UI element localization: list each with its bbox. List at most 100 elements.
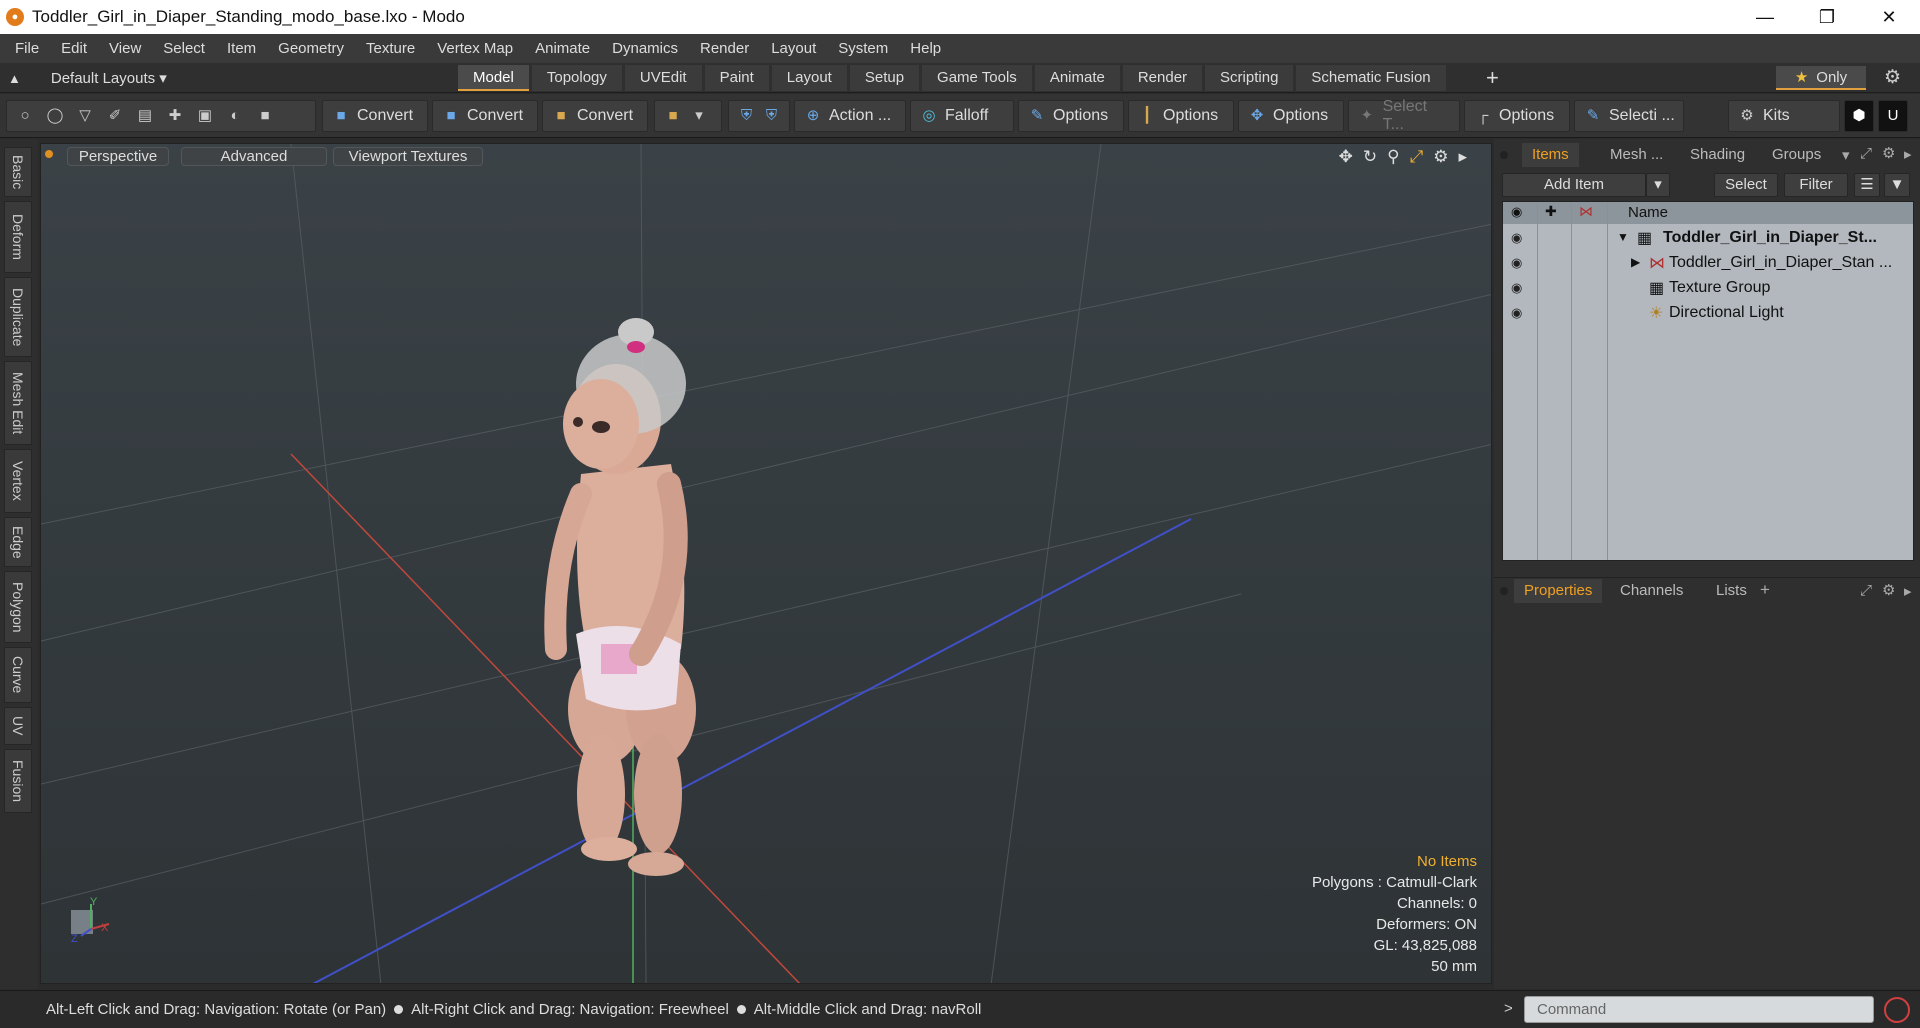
expand-arrow-icon[interactable]: ▼ (1617, 230, 1629, 244)
panel-arrow-icon[interactable]: ▸ (1904, 145, 1912, 163)
tab-groups[interactable]: Groups (1762, 143, 1831, 167)
tabs-dropdown-icon[interactable]: ▾ (1842, 146, 1850, 164)
shield-icon[interactable]: ⛨ (737, 106, 756, 126)
zoom-view-icon[interactable]: ⚲ (1387, 147, 1399, 167)
tab-scripting[interactable]: Scripting (1205, 65, 1294, 91)
type-column-icon[interactable]: ⋈ (1579, 203, 1593, 220)
edges-mode-icon[interactable]: ◯ (45, 106, 65, 126)
convert-button-1[interactable]: ■ Convert (322, 100, 428, 132)
items-icon[interactable]: ▤ (135, 106, 155, 126)
move-view-icon[interactable]: ✥ (1339, 147, 1353, 167)
tab-setup[interactable]: Setup (849, 65, 920, 91)
tab-uv[interactable]: UV (4, 707, 32, 745)
tab-paint[interactable]: Paint (704, 65, 769, 91)
tab-shading[interactable]: Shading (1680, 143, 1755, 167)
tab-lists[interactable]: Lists (1706, 579, 1757, 603)
tab-layout[interactable]: Layout (771, 65, 847, 91)
tab-render[interactable]: Render (1122, 65, 1203, 91)
menu-edit[interactable]: Edit (50, 34, 98, 63)
tab-schematic-fusion[interactable]: Schematic Fusion (1296, 65, 1446, 91)
shield-gear-icon[interactable]: ⛨ (762, 106, 781, 126)
falloff-button[interactable]: ◎ Falloff (910, 100, 1014, 132)
perspective-button[interactable]: Perspective (67, 147, 169, 166)
tab-properties[interactable]: Properties (1514, 579, 1603, 603)
tab-vertex[interactable]: Vertex (4, 449, 32, 513)
menu-item[interactable]: Item (216, 34, 267, 63)
layout-up-icon[interactable]: ▲ (8, 71, 21, 86)
options-button-4[interactable]: ┌ Options (1464, 100, 1570, 132)
gear-icon[interactable]: ⚙ (1884, 66, 1901, 89)
menu-vertex-map[interactable]: Vertex Map (426, 34, 524, 63)
options-button-1[interactable]: ✎ Options (1018, 100, 1124, 132)
visibility-eye-icon[interactable]: ◉ (1511, 255, 1531, 271)
convert-button-3[interactable]: ■ Convert (542, 100, 648, 132)
tab-game-tools[interactable]: Game Tools (922, 65, 1032, 91)
restore-icon[interactable]: ❐ (1796, 0, 1858, 34)
tab-channels[interactable]: Channels (1610, 579, 1693, 603)
tab-topology[interactable]: Topology (531, 65, 622, 91)
panel-gear-icon[interactable]: ⚙ (1882, 581, 1895, 599)
panel-arrow-icon[interactable]: ▸ (1904, 582, 1912, 600)
viewport-textures-button[interactable]: Viewport Textures (333, 147, 483, 166)
funnel-icon[interactable]: ▼ (1884, 173, 1910, 197)
options-button-2[interactable]: ┃ Options (1128, 100, 1234, 132)
tab-edge[interactable]: Edge (4, 517, 32, 567)
command-input[interactable]: Command (1524, 996, 1874, 1023)
visibility-eye-icon[interactable]: ◉ (1511, 280, 1531, 296)
tab-items[interactable]: Items (1522, 143, 1579, 167)
tab-polygon[interactable]: Polygon (4, 571, 32, 643)
tab-mesh[interactable]: Mesh ... (1600, 143, 1673, 167)
list-options-icon[interactable]: ☰ (1854, 173, 1880, 197)
tab-model[interactable]: Model (458, 65, 529, 91)
menu-select[interactable]: Select (152, 34, 216, 63)
record-icon[interactable] (1884, 997, 1910, 1023)
menu-dynamics[interactable]: Dynamics (601, 34, 689, 63)
select-button[interactable]: Select (1714, 173, 1778, 197)
add-panel-tab-icon[interactable]: + (1760, 580, 1770, 600)
panel-menu-dot-icon[interactable] (1500, 151, 1508, 159)
menu-file[interactable]: File (4, 34, 50, 63)
minimize-icon[interactable]: — (1734, 0, 1796, 34)
add-item-dropdown[interactable]: ▾ (1646, 173, 1670, 197)
viewport-expand-arrow-icon[interactable]: ▸ (1458, 147, 1467, 167)
tree-row-texture-group[interactable]: ◉ ▦ Texture Group (1503, 276, 1913, 301)
add-tab-plus-icon[interactable]: + (1486, 65, 1499, 91)
menu-texture[interactable]: Texture (355, 34, 426, 63)
viewport-menu-dot-icon[interactable] (45, 150, 53, 158)
unity-icon[interactable]: ⬢ (1844, 100, 1874, 132)
menu-render[interactable]: Render (689, 34, 760, 63)
convert-button-2[interactable]: ■ Convert (432, 100, 538, 132)
tab-curve[interactable]: Curve (4, 647, 32, 703)
panel-gear-icon[interactable]: ⚙ (1882, 144, 1895, 162)
tree-row-directional-light[interactable]: ◉ ☀ Directional Light (1503, 301, 1913, 326)
collapsed-arrow-icon[interactable]: ▶ (1631, 255, 1640, 269)
rotate-view-icon[interactable]: ↻ (1363, 147, 1377, 167)
pen-icon[interactable]: ▽ (75, 106, 95, 126)
visibility-eye-icon[interactable]: ◉ (1511, 230, 1531, 246)
action-center-button[interactable]: ⊕ Action ... (794, 100, 906, 132)
brush-icon[interactable]: ✐ (105, 106, 125, 126)
filter-button[interactable]: Filter (1784, 173, 1848, 197)
tab-animate[interactable]: Animate (1034, 65, 1120, 91)
visibility-column-icon[interactable]: ◉ (1511, 204, 1522, 220)
name-column-header[interactable]: Name (1628, 204, 1668, 221)
center-icon[interactable]: ▣ (195, 106, 215, 126)
unreal-icon[interactable]: U (1878, 100, 1908, 132)
menu-geometry[interactable]: Geometry (267, 34, 355, 63)
vertices-mode-icon[interactable]: ○ (15, 106, 35, 126)
menu-system[interactable]: System (827, 34, 899, 63)
tab-uvedit[interactable]: UVEdit (624, 65, 702, 91)
tree-row-scene[interactable]: ◉ ▼ ▦ Toddler_Girl_in_Diaper_St... (1503, 226, 1913, 251)
snapping-dropdown[interactable]: ■ ▾ (654, 100, 722, 132)
panel-expand-icon[interactable]: ⤢ (1860, 582, 1872, 599)
menu-help[interactable]: Help (899, 34, 952, 63)
select-through-button[interactable]: ✦ Select T... (1348, 98, 1460, 133)
close-icon[interactable]: ✕ (1858, 0, 1920, 34)
3d-viewport[interactable]: Y X Z Perspective Advanced Viewport Text… (40, 143, 1492, 984)
tab-mesh-edit[interactable]: Mesh Edit (4, 361, 32, 445)
lock-column-icon[interactable]: ✚ (1545, 203, 1557, 220)
menu-animate[interactable]: Animate (524, 34, 601, 63)
visibility-eye-icon[interactable]: ◉ (1511, 305, 1531, 321)
material-icon[interactable]: ◐ (225, 106, 245, 126)
tab-deform[interactable]: Deform (4, 201, 32, 273)
